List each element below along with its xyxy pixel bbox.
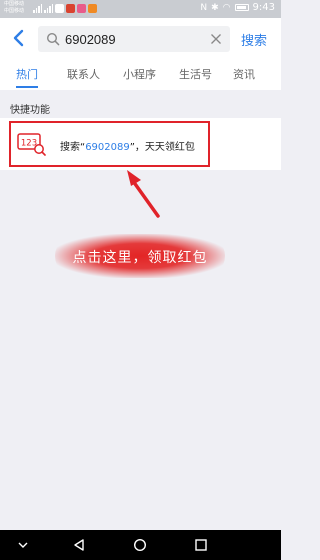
nav-back-icon[interactable] bbox=[72, 538, 86, 552]
annotation-bubble: 点击这里，领取红包 bbox=[55, 234, 225, 278]
nav-recents-icon[interactable] bbox=[194, 538, 208, 552]
nav-hide-icon[interactable] bbox=[16, 538, 30, 552]
annotation-text: 点击这里，领取红包 bbox=[72, 250, 208, 266]
system-nav-bar bbox=[0, 530, 281, 560]
annotation-arrow-icon bbox=[127, 170, 160, 218]
nav-home-icon[interactable] bbox=[133, 538, 147, 552]
